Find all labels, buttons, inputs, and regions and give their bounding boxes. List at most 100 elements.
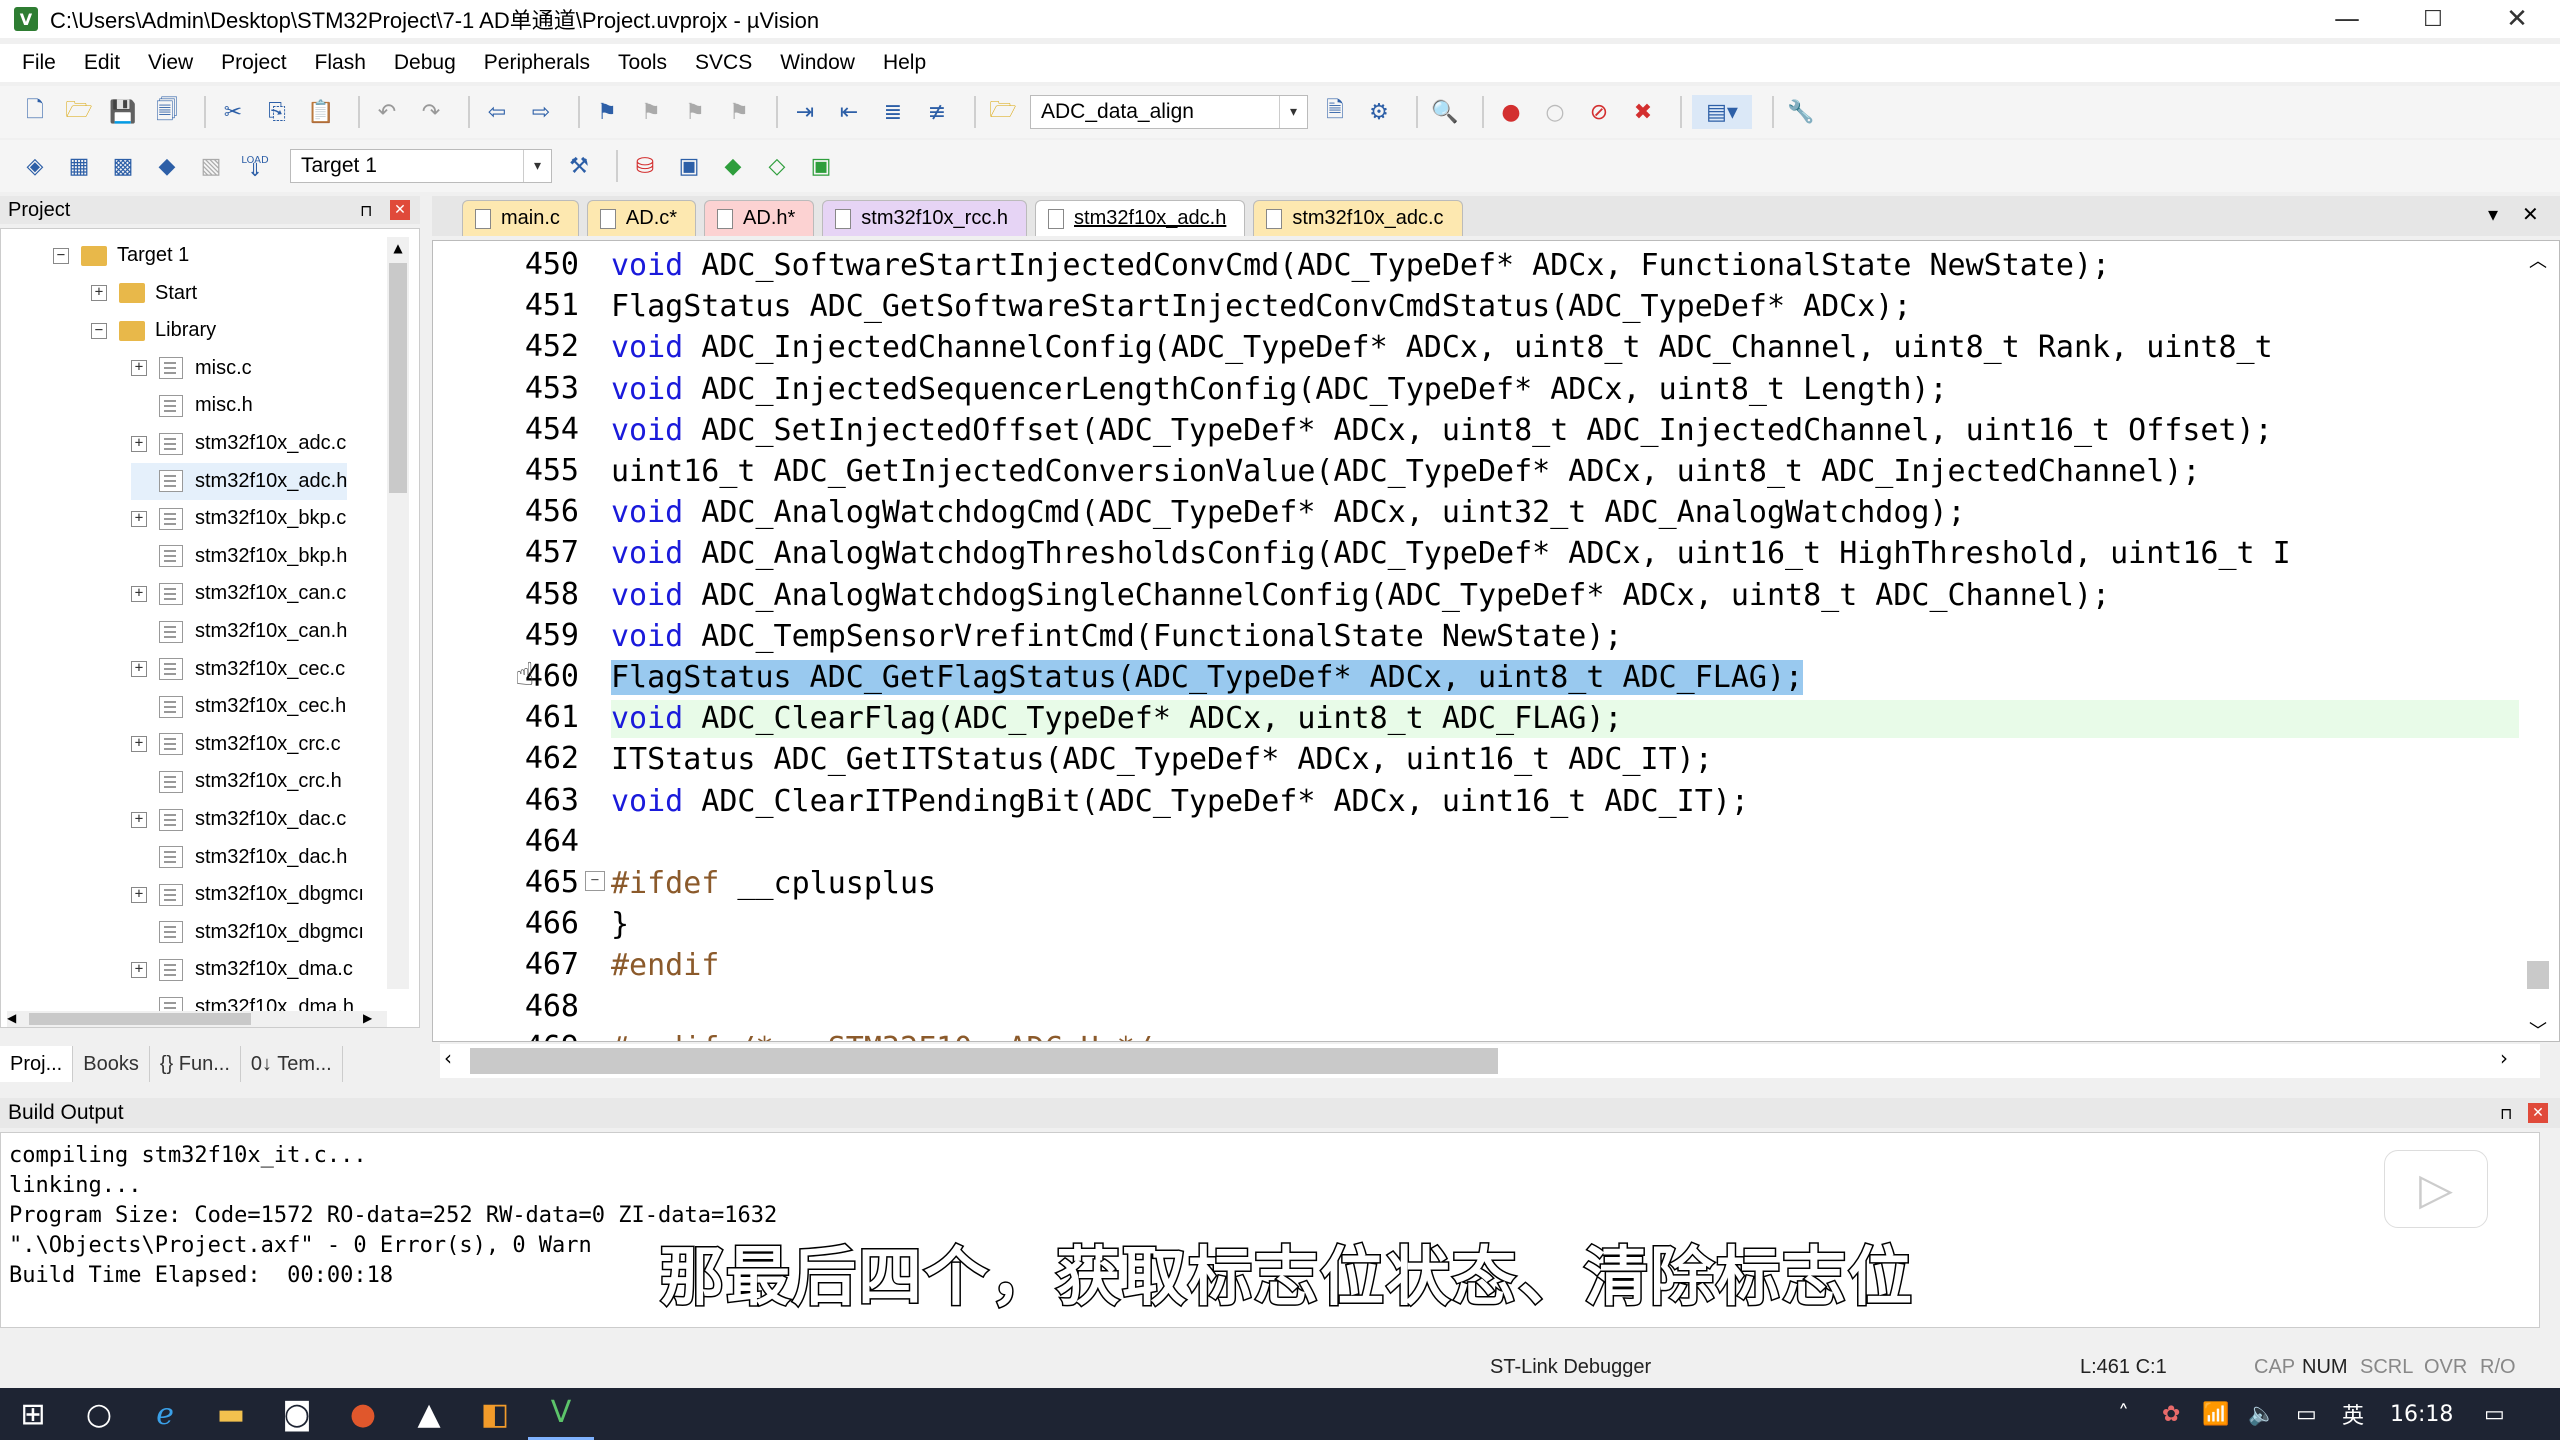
menu-file[interactable]: File — [8, 51, 70, 75]
code-line[interactable]: ITStatus ADC_GetITStatus(ADC_TypeDef* AD… — [611, 741, 1713, 779]
tree-item[interactable]: stm32f10x_cec.h — [131, 688, 346, 725]
close-button[interactable]: ✕ — [2474, 0, 2560, 38]
menu-svcs[interactable]: SVCS — [681, 51, 766, 75]
open-file-icon[interactable]: 🗁 — [62, 95, 96, 129]
pack-installer-icon[interactable]: ◇ — [760, 149, 794, 183]
expand-icon[interactable]: + — [131, 886, 147, 903]
editor-tab[interactable]: stm32f10x_adc.h — [1035, 200, 1246, 236]
editor-tab[interactable]: stm32f10x_rcc.h — [822, 200, 1028, 236]
minimize-button[interactable]: — — [2304, 0, 2390, 38]
bookmark-icon[interactable]: ⚑ — [590, 95, 624, 129]
build-icon[interactable]: ▦ — [62, 149, 96, 183]
close-panel-icon[interactable]: ✕ — [390, 200, 410, 220]
editor-hscroll-thumb[interactable] — [470, 1048, 1498, 1074]
tree-item[interactable]: + stm32f10x_bkp.c — [131, 500, 346, 537]
kill-breakpoints-icon[interactable]: ✖ — [1626, 95, 1660, 129]
expand-icon[interactable]: + — [131, 811, 147, 828]
menu-window[interactable]: Window — [766, 51, 869, 75]
menu-peripherals[interactable]: Peripherals — [470, 51, 604, 75]
disable-breakpoints-icon[interactable]: ⊘ — [1582, 95, 1616, 129]
code-line[interactable]: void ADC_ClearFlag(ADC_TypeDef* ADCx, ui… — [611, 700, 2519, 739]
code-line[interactable]: void ADC_AnalogWatchdogSingleChannelConf… — [611, 577, 2110, 615]
chevron-down-icon[interactable]: ▾ — [523, 150, 551, 182]
windows-start-icon[interactable]: ⊞ — [0, 1388, 66, 1440]
incremental-find-icon[interactable]: 🗎 — [1318, 95, 1352, 129]
tree-item[interactable]: − Target 1 — [53, 237, 189, 274]
search-icon[interactable]: ○ — [66, 1388, 132, 1440]
tab-list-icon[interactable]: ▾ — [2488, 202, 2498, 226]
find-in-files-icon[interactable]: 🗁 — [986, 95, 1020, 129]
scroll-up-icon[interactable]: ︿ — [2525, 247, 2551, 273]
tree-item[interactable]: + stm32f10x_crc.c — [131, 726, 341, 763]
menu-help[interactable]: Help — [869, 51, 940, 75]
rebuild-icon[interactable]: ▩ — [106, 149, 140, 183]
menu-view[interactable]: View — [134, 51, 207, 75]
tree-item[interactable]: misc.h — [131, 387, 253, 424]
powerpoint-icon[interactable]: ● — [330, 1388, 396, 1440]
camera-app-icon[interactable]: ◙ — [264, 1388, 330, 1440]
expand-icon[interactable]: + — [131, 435, 147, 452]
tree-item[interactable]: + stm32f10x_can.c — [131, 575, 346, 612]
editor-tab[interactable]: AD.c* — [586, 200, 697, 236]
clock[interactable]: 16:18 — [2390, 1388, 2453, 1440]
tab-project[interactable]: Proj... — [0, 1046, 74, 1082]
code-line[interactable]: void ADC_InjectedSequencerLengthConfig(A… — [611, 371, 1948, 409]
fold-collapse-icon[interactable]: − — [585, 871, 605, 891]
tree-item[interactable]: + stm32f10x_adc.c — [131, 425, 346, 462]
code-line[interactable]: #endif — [611, 947, 719, 985]
sublime-text-icon[interactable]: ◧ — [462, 1388, 528, 1440]
save-icon[interactable]: 💾 — [106, 95, 140, 129]
scroll-down-icon[interactable]: ﹀ — [2525, 1017, 2551, 1041]
indent-icon[interactable]: ⇥ — [788, 95, 822, 129]
tab-functions[interactable]: {} Fun... — [150, 1046, 241, 1082]
undo-icon[interactable]: ↶ — [370, 95, 404, 129]
tab-templates[interactable]: 0↓ Tem... — [241, 1046, 343, 1082]
collapse-icon[interactable]: − — [91, 322, 107, 339]
menu-debug[interactable]: Debug — [380, 51, 470, 75]
target-combo[interactable]: Target 1 ▾ — [290, 149, 552, 183]
find-combo[interactable]: ADC_data_align ▾ — [1030, 95, 1308, 129]
menu-project[interactable]: Project — [207, 51, 300, 75]
tree-item[interactable]: stm32f10x_bkp.h — [131, 538, 347, 575]
editor-hscrollbar[interactable]: ‹ › — [440, 1044, 2540, 1078]
tree-item[interactable]: + stm32f10x_cec.c — [131, 651, 345, 688]
editor-tab[interactable]: stm32f10x_adc.c — [1253, 200, 1463, 236]
tree-item[interactable]: stm32f10x_can.h — [131, 613, 347, 650]
manage-rte-icon[interactable]: ▣ — [672, 149, 706, 183]
window-layout-icon[interactable]: ▤▾ — [1692, 95, 1752, 129]
network-icon[interactable]: 📶 — [2202, 1388, 2229, 1440]
code-line[interactable]: void ADC_TempSensorVrefintCmd(Functional… — [611, 618, 1622, 656]
pin-icon[interactable]: ⊓ — [360, 201, 372, 220]
expand-icon[interactable]: + — [131, 585, 147, 602]
tree-item[interactable]: + misc.c — [131, 350, 252, 387]
tray-chevron-icon[interactable]: ˄ — [2118, 1388, 2129, 1440]
tree-item[interactable]: + Start — [91, 275, 197, 312]
enable-breakpoint-icon[interactable]: ○ — [1538, 95, 1572, 129]
expand-icon[interactable]: + — [131, 510, 147, 527]
tree-item[interactable]: + stm32f10x_dma.c — [131, 951, 353, 988]
paste-icon[interactable]: 📋 — [304, 95, 338, 129]
tree-item[interactable]: stm32f10x_dac.h — [131, 839, 347, 876]
close-panel-icon[interactable]: ✕ — [2528, 1103, 2548, 1123]
scroll-right-icon[interactable]: › — [2500, 1046, 2508, 1070]
editor-tab[interactable]: main.c — [462, 200, 579, 236]
close-tab-icon[interactable]: ✕ — [2522, 202, 2539, 226]
insert-breakpoint-icon[interactable]: ● — [1494, 95, 1528, 129]
target-options-icon[interactable]: ⚒ — [562, 149, 596, 183]
scroll-left-icon[interactable]: ‹ — [444, 1046, 452, 1070]
notification-icon[interactable]: ▭ — [2484, 1388, 2505, 1440]
editor-scroll-thumb[interactable] — [2527, 961, 2549, 989]
menu-flash[interactable]: Flash — [301, 51, 380, 75]
start-debug-icon[interactable]: 🔍 — [1428, 95, 1462, 129]
code-line[interactable]: void ADC_SoftwareStartInjectedConvCmd(AD… — [611, 247, 2110, 285]
tree-item[interactable]: stm32f10x_adc.h — [131, 462, 348, 500]
tree-scroll-thumb[interactable] — [389, 263, 407, 493]
navigate-back-icon[interactable]: ⇦ — [480, 95, 514, 129]
scroll-up-icon[interactable]: ▲ — [387, 237, 409, 259]
code-line[interactable]: FlagStatus ADC_GetSoftwareStartInjectedC… — [611, 288, 1911, 326]
expand-icon[interactable]: + — [131, 736, 147, 753]
copy-icon[interactable]: ⎘ — [260, 95, 294, 129]
tree-hscrollbar[interactable]: ◀ ▶ — [7, 1011, 387, 1027]
tab-books[interactable]: Books — [73, 1046, 150, 1082]
code-line[interactable]: } — [611, 906, 629, 944]
